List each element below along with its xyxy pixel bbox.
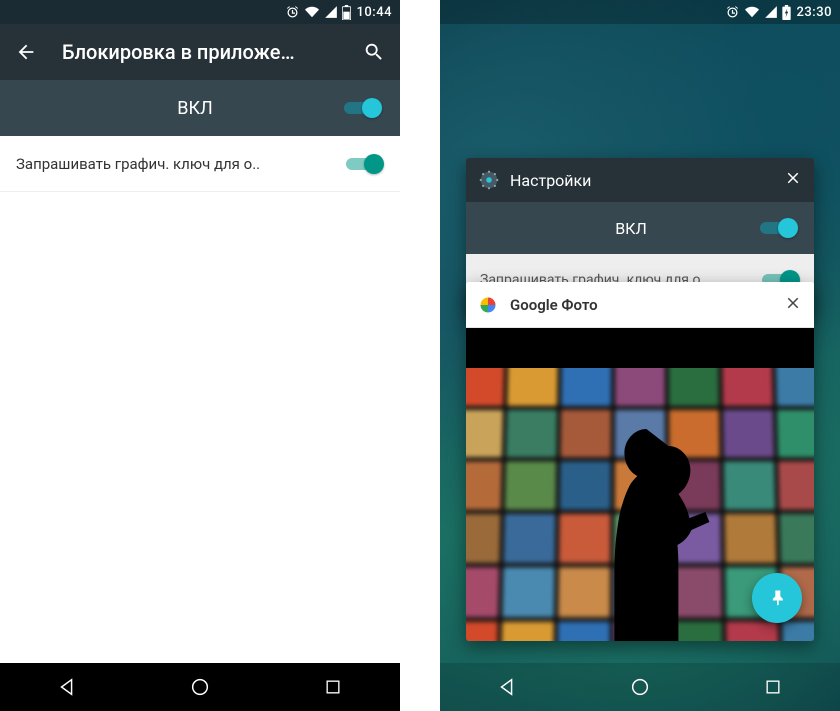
- phone-right-screenshot: 23:30 Настройки ВКЛ Запрашивать граф: [440, 0, 840, 711]
- wifi-icon: [744, 5, 760, 19]
- master-toggle-label: ВКЛ: [48, 98, 342, 119]
- battery-charging-icon: [782, 5, 791, 20]
- alarm-icon: [285, 5, 300, 20]
- person-silhouette: [566, 421, 726, 641]
- card-settings-master-label: ВКЛ: [504, 219, 758, 238]
- status-bar-left: 10:44: [0, 0, 400, 24]
- close-card-photos[interactable]: [784, 294, 802, 316]
- close-card-settings[interactable]: [784, 169, 802, 191]
- signal-icon: [324, 5, 338, 19]
- nav-back-button[interactable]: [53, 673, 81, 701]
- pin-app-button[interactable]: [752, 573, 802, 623]
- photos-top-bar: [466, 328, 814, 368]
- back-button[interactable]: [10, 36, 42, 68]
- card-settings-master-toggle: [758, 216, 798, 240]
- master-toggle-switch[interactable]: [342, 96, 382, 120]
- setting-row-pattern[interactable]: Запрашивать графич. ключ для о..: [0, 136, 400, 192]
- screenshot-gap: [400, 0, 440, 711]
- setting-toggle-switch[interactable]: [344, 152, 384, 176]
- nav-home-button[interactable]: [186, 673, 214, 701]
- google-photos-app-icon: [478, 295, 498, 315]
- status-bar-right: 23:30: [440, 0, 840, 24]
- photos-preview-image: [466, 368, 814, 641]
- recents-card-photos[interactable]: Google Фото: [466, 282, 814, 641]
- nav-back-button[interactable]: [493, 673, 521, 701]
- card-title-photos: Google Фото: [510, 296, 772, 314]
- nav-home-button[interactable]: [626, 673, 654, 701]
- status-time-right: 23:30: [797, 5, 832, 20]
- status-time-left: 10:44: [357, 5, 392, 20]
- wifi-icon: [304, 5, 320, 19]
- recents-stack: Настройки ВКЛ Запрашивать графич. ключ д…: [466, 158, 814, 641]
- nav-recents-button[interactable]: [319, 673, 347, 701]
- nav-bar-right: [440, 663, 840, 711]
- card-settings-master-row: ВКЛ: [466, 202, 814, 254]
- app-bar: Блокировка в приложе…: [0, 24, 400, 80]
- card-header-photos: Google Фото: [466, 282, 814, 328]
- settings-app-icon: [478, 169, 500, 191]
- signal-icon: [764, 5, 778, 19]
- card-title-settings: Настройки: [510, 171, 774, 190]
- alarm-icon: [725, 5, 740, 20]
- search-button[interactable]: [358, 36, 390, 68]
- card-header-settings: Настройки: [466, 158, 814, 202]
- app-bar-title: Блокировка в приложе…: [62, 40, 338, 64]
- nav-bar-left: [0, 663, 400, 711]
- master-toggle-row[interactable]: ВКЛ: [0, 80, 400, 136]
- phone-left-screenshot: 10:44 Блокировка в приложе… ВКЛ Запрашив…: [0, 0, 400, 711]
- setting-label: Запрашивать графич. ключ для о..: [16, 155, 260, 173]
- battery-icon: [342, 5, 351, 20]
- nav-recents-button[interactable]: [759, 673, 787, 701]
